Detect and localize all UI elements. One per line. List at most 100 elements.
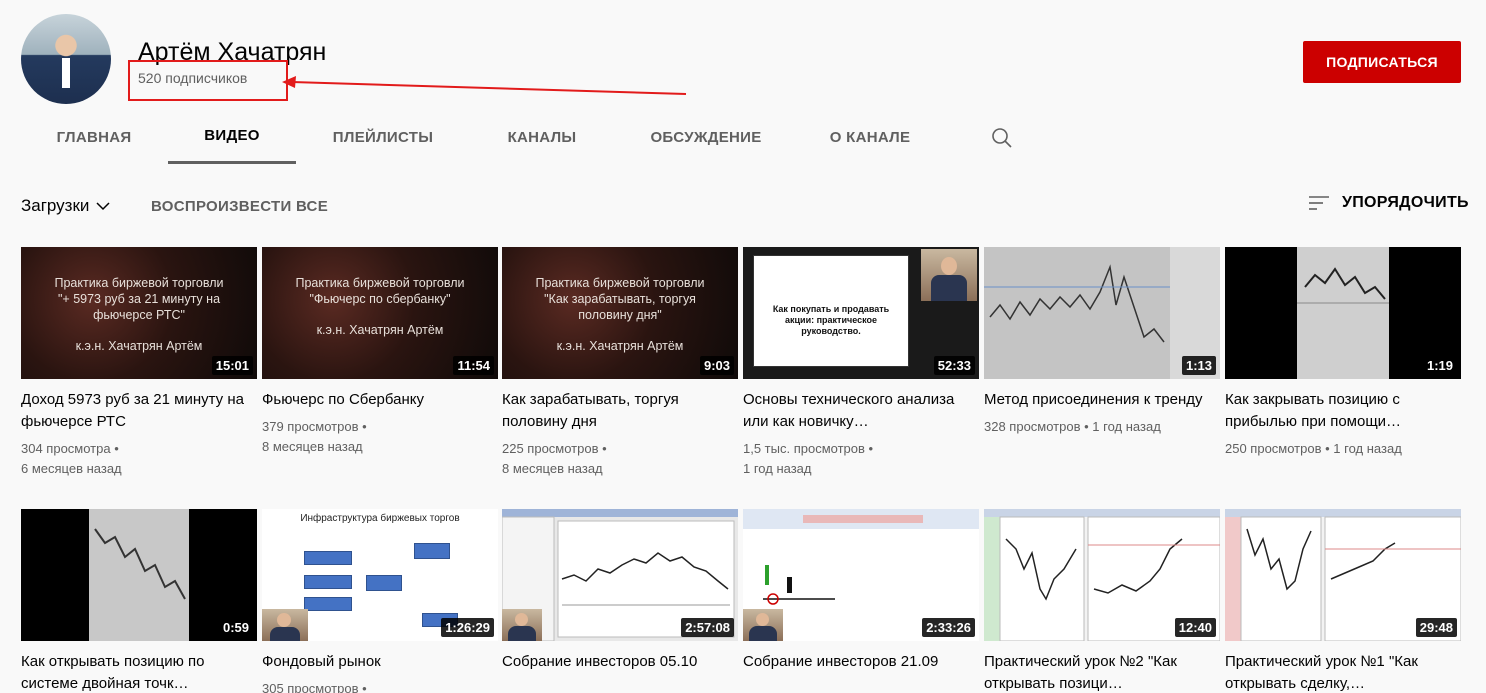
chevron-down-icon: [96, 202, 110, 211]
video-meta: 328 просмотров • 1 год назад: [984, 419, 1161, 434]
video-card[interactable]: 2:57:08 Собрание инвесторов 05.10: [502, 509, 738, 673]
tab-discussion[interactable]: ОБСУЖДЕНИЕ: [634, 110, 778, 164]
video-title[interactable]: Доход 5973 руб за 21 минуту на фьючерсе …: [21, 389, 257, 433]
video-card[interactable]: Практика биржевой торговли "Как зарабаты…: [502, 247, 738, 479]
video-thumbnail[interactable]: 12:40: [984, 509, 1220, 641]
tab-videos[interactable]: ВИДЕО: [168, 110, 296, 164]
video-duration: 52:33: [933, 356, 975, 375]
annotation-highlight-box: [128, 60, 288, 101]
video-thumbnail[interactable]: 2:33:26: [743, 509, 979, 641]
video-card[interactable]: Инфраструктура биржевых торгов 1:26:29 Ф…: [262, 509, 498, 693]
channel-header: Артём Хачатрян 520 подписчиков ПОДПИСАТЬ…: [0, 0, 1486, 166]
tab-about[interactable]: О КАНАЛЕ: [818, 110, 922, 164]
video-title[interactable]: Собрание инвесторов 21.09: [743, 651, 979, 673]
presenter-webcam: [743, 609, 783, 641]
video-duration: 2:57:08: [681, 618, 734, 637]
video-title[interactable]: Метод присоединения к тренду: [984, 389, 1220, 411]
video-meta: 250 просмотров • 1 год назад: [1225, 441, 1402, 456]
video-card[interactable]: 2:33:26 Собрание инвесторов 21.09: [743, 509, 979, 673]
thumbnail-text: Практика биржевой торговли: [295, 276, 465, 290]
video-card[interactable]: Практика биржевой торговли "+ 5973 руб з…: [21, 247, 257, 479]
video-duration: 9:03: [699, 356, 734, 375]
video-age: 8 месяцев назад: [262, 439, 363, 454]
video-title[interactable]: Как зарабатывать, торгуя половину дня: [502, 389, 738, 433]
presenter-webcam: [502, 609, 542, 641]
sort-icon: [1309, 196, 1329, 210]
video-duration: 15:01: [211, 356, 253, 375]
presentation-slide: Как покупать и продавать акции: практиче…: [753, 255, 909, 367]
video-meta: 305 просмотров •: [262, 679, 498, 693]
video-age: 1 год назад: [1092, 419, 1161, 434]
video-title[interactable]: Фьючерс по Сбербанку: [262, 389, 498, 411]
video-views: 304 просмотра: [21, 441, 111, 456]
tab-playlists[interactable]: ПЛЕЙЛИСТЫ: [316, 110, 450, 164]
video-meta: 379 просмотров • 8 месяцев назад: [262, 419, 367, 454]
video-duration: 29:48: [1415, 618, 1457, 637]
video-meta: 304 просмотра • 6 месяцев назад: [21, 441, 122, 476]
video-thumbnail[interactable]: Практика биржевой торговли "+ 5973 руб з…: [21, 247, 257, 379]
video-thumbnail[interactable]: 1:13: [984, 247, 1220, 379]
video-title[interactable]: Как открывать позицию по системе двойная…: [21, 651, 257, 693]
video-views: 250 просмотров: [1225, 441, 1322, 456]
video-title[interactable]: Как закрывать позицию с прибылью при пом…: [1225, 389, 1461, 433]
play-all-button[interactable]: ВОСПРОИЗВЕСТИ ВСЕ: [151, 198, 328, 215]
video-card[interactable]: 1:19 Как закрывать позицию с прибылью пр…: [1225, 247, 1461, 459]
video-duration: 1:26:29: [441, 618, 494, 637]
uploads-label: Загрузки: [21, 196, 90, 215]
video-thumbnail[interactable]: 29:48: [1225, 509, 1461, 641]
video-card[interactable]: 12:40 Практический урок №2 "Как открыват…: [984, 509, 1220, 693]
video-title[interactable]: Практический урок №1 "Как открывать сдел…: [1225, 651, 1461, 693]
thumbnail-text: фьючерсе РТС": [93, 308, 185, 322]
thumbnail-text: "+ 5973 руб за 21 минуту на: [57, 292, 221, 306]
video-meta: 1,5 тыс. просмотров • 1 год назад: [743, 441, 874, 476]
tab-channels[interactable]: КАНАЛЫ: [490, 110, 594, 164]
presenter-webcam: [262, 609, 308, 641]
video-thumbnail[interactable]: 0:59: [21, 509, 257, 641]
video-thumbnail[interactable]: Как покупать и продавать акции: практиче…: [743, 247, 979, 379]
video-age: 8 месяцев назад: [502, 461, 603, 476]
thumbnail-text: "Фьючерс по сбербанку": [309, 292, 451, 306]
thumbnail-text: Практика биржевой торговли: [54, 276, 224, 290]
video-card[interactable]: 1:13 Метод присоединения к тренду 328 пр…: [984, 247, 1220, 437]
channel-tabs: ГЛАВНАЯ ВИДЕО ПЛЕЙЛИСТЫ КАНАЛЫ ОБСУЖДЕНИ…: [0, 110, 1486, 166]
video-age: 1 год назад: [1333, 441, 1402, 456]
video-duration: 11:54: [453, 356, 494, 375]
video-card[interactable]: 29:48 Практический урок №1 "Как открыват…: [1225, 509, 1461, 693]
video-card[interactable]: Как покупать и продавать акции: практиче…: [743, 247, 979, 479]
video-views: 1,5 тыс. просмотров: [743, 441, 865, 456]
video-thumbnail[interactable]: Практика биржевой торговли "Как зарабаты…: [502, 247, 738, 379]
thumbnail-text: "Как зарабатывать, торгуя: [544, 292, 696, 306]
thumbnail-text: половину дня": [578, 308, 662, 322]
thumbnail-author: к.э.н. Хачатрян Артём: [316, 323, 444, 337]
video-duration: 0:59: [218, 618, 253, 637]
video-title[interactable]: Практический урок №2 "Как открывать пози…: [984, 651, 1220, 693]
thumbnail-author: к.э.н. Хачатрян Артём: [556, 339, 684, 353]
thumbnail-text: Инфраструктура биржевых торгов: [300, 513, 460, 524]
video-title[interactable]: Фондовый рынок: [262, 651, 498, 673]
tab-home[interactable]: ГЛАВНАЯ: [40, 110, 148, 164]
video-duration: 1:19: [1422, 356, 1457, 375]
video-title[interactable]: Основы технического анализа или как нови…: [743, 389, 979, 433]
video-card[interactable]: 0:59 Как открывать позицию по системе дв…: [21, 509, 257, 693]
channel-avatar[interactable]: [21, 14, 111, 104]
search-icon[interactable]: [990, 126, 1014, 150]
video-title[interactable]: Собрание инвесторов 05.10: [502, 651, 738, 673]
annotation-arrow: [282, 76, 687, 95]
video-thumbnail[interactable]: 1:19: [1225, 247, 1461, 379]
thumbnail-author: к.э.н. Хачатрян Артём: [75, 339, 203, 353]
uploads-dropdown[interactable]: Загрузки: [21, 196, 111, 216]
video-age: 6 месяцев назад: [21, 461, 122, 476]
video-thumbnail[interactable]: Инфраструктура биржевых торгов 1:26:29: [262, 509, 498, 641]
thumbnail-text: Практика биржевой торговли: [535, 276, 705, 290]
video-thumbnail[interactable]: 2:57:08: [502, 509, 738, 641]
subscribe-button[interactable]: ПОДПИСАТЬСЯ: [1303, 41, 1461, 83]
sort-button[interactable]: УПОРЯДОЧИТЬ: [1308, 194, 1469, 212]
video-views: 328 просмотров: [984, 419, 1081, 434]
video-duration: 12:40: [1174, 618, 1216, 637]
video-card[interactable]: Практика биржевой торговли "Фьючерс по с…: [262, 247, 498, 457]
video-thumbnail[interactable]: Практика биржевой торговли "Фьючерс по с…: [262, 247, 498, 379]
videos-section: Загрузки ВОСПРОИЗВЕСТИ ВСЕ УПОРЯДОЧИТЬ П…: [0, 166, 1486, 693]
video-meta: 225 просмотров • 8 месяцев назад: [502, 441, 607, 476]
video-views: 225 просмотров: [502, 441, 599, 456]
video-views: 379 просмотров: [262, 419, 359, 434]
